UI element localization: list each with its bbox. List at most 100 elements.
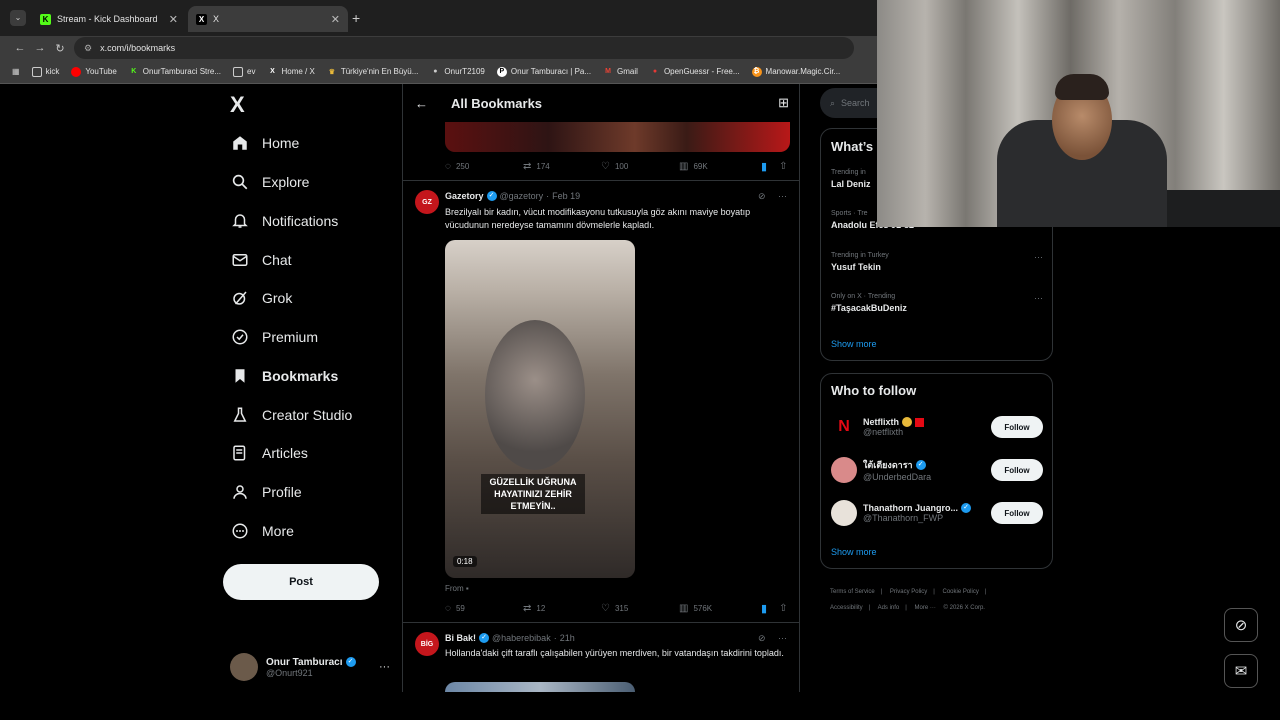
trend-item[interactable]: Only on X · Trending #TaşacakBuDeniz ···	[831, 293, 1043, 313]
footer-link[interactable]: Terms of Service	[830, 589, 875, 595]
avatar[interactable]: GZ	[415, 190, 439, 214]
repost-button[interactable]: ⇄ 12	[523, 603, 601, 614]
footer-links: Terms of Service | Privacy Policy | Cookie…	[830, 589, 987, 611]
back-arrow-icon[interactable]: ←	[10, 42, 30, 54]
nav-explore[interactable]: Explore	[230, 167, 309, 197]
follow-button[interactable]: Follow	[991, 416, 1043, 438]
close-tab-icon[interactable]: ✕	[169, 13, 178, 26]
folder-icon	[31, 66, 42, 77]
footer-link[interactable]: Privacy Policy	[890, 589, 927, 595]
forward-arrow-icon[interactable]: →	[30, 42, 50, 54]
author-name[interactable]: Gazetory	[445, 191, 484, 201]
account-switcher[interactable]: Onur Tamburacı ✓ @Onurt921 ···	[230, 651, 390, 683]
more-dots-icon[interactable]: ···	[778, 633, 787, 643]
share-icon[interactable]: ⇧	[779, 161, 787, 172]
follow-button[interactable]: Follow	[991, 459, 1043, 481]
apps-grid-icon[interactable]: ▦	[12, 67, 20, 76]
views-button[interactable]: ▥ 69K	[679, 161, 761, 172]
tweet-media[interactable]	[445, 682, 635, 692]
bookmark-onur-patreon[interactable]: P Onur Tamburacı | Pa...	[496, 66, 591, 77]
mail-icon: ✉	[1234, 663, 1248, 680]
nav-premium[interactable]: Premium	[230, 322, 318, 352]
tweet-date[interactable]: Feb 19	[552, 191, 580, 201]
author-handle[interactable]: @haberebibak	[492, 633, 551, 643]
bitcoin-icon: ₿	[751, 66, 762, 77]
footer-link[interactable]: Accessibility	[830, 605, 863, 611]
more-dots-icon[interactable]: ···	[778, 191, 787, 201]
bookmark-home-x[interactable]: X Home / X	[267, 67, 315, 77]
tweet-date[interactable]: 21h	[560, 633, 575, 643]
bookmark-openguessr[interactable]: ● OpenGuessr - Free...	[650, 67, 740, 77]
author-name[interactable]: Bi Bak!	[445, 633, 476, 643]
bookmark-ev[interactable]: ev	[233, 66, 255, 77]
share-icon[interactable]: ⇧	[779, 603, 787, 614]
bookmark-manowar[interactable]: ₿ Manowar.Magic.Cir...	[751, 66, 840, 77]
nav-creator-studio[interactable]: Creator Studio	[230, 400, 352, 430]
more-dots-icon[interactable]: ···	[1034, 252, 1043, 262]
nav-profile[interactable]: Profile	[230, 477, 302, 507]
browser-tab-kick[interactable]: K Stream - Kick Dashboard ✕	[32, 6, 186, 32]
x-logo-icon[interactable]: X	[230, 92, 245, 118]
footer-link[interactable]: More ···	[915, 605, 936, 611]
like-button[interactable]: ♡ 100	[601, 161, 679, 172]
like-button[interactable]: ♡ 315	[601, 603, 679, 614]
steam-icon: ●	[433, 68, 438, 75]
messages-fab[interactable]: ✉	[1224, 654, 1258, 688]
bookmark-onurt2109[interactable]: ● OnurT2109	[430, 67, 485, 77]
follow-suggestion[interactable]: ใต้เตียงดารา ✓ @UnderbedDara Follow	[831, 455, 1043, 485]
nav-bookmarks[interactable]: Bookmarks	[230, 361, 338, 391]
author-handle[interactable]: @gazetory	[500, 191, 544, 201]
bookmark-onurtamburaci-stream[interactable]: K OnurTamburaci Stre...	[129, 67, 221, 77]
tweet-media[interactable]	[445, 122, 790, 152]
grok-icon[interactable]: ⊘	[758, 191, 766, 201]
reply-button[interactable]: ◌ 59	[445, 603, 523, 614]
grok-icon[interactable]: ⊘	[758, 633, 766, 643]
site-info-icon[interactable]: ⚙	[84, 43, 92, 54]
browser-tab-x[interactable]: X X ✕	[188, 6, 348, 32]
nav-articles[interactable]: Articles	[230, 438, 308, 468]
bookmark-turkiye[interactable]: ♛ Türkiye'nin En Büyü...	[327, 67, 419, 77]
bookmark-kick[interactable]: kick	[31, 66, 59, 77]
heart-icon: ♡	[601, 602, 610, 614]
show-more-link[interactable]: Show more	[831, 339, 877, 349]
grok-icon: ⊘	[1234, 617, 1248, 634]
views-button[interactable]: ▥ 576K	[679, 603, 761, 614]
reply-button[interactable]: ◌ 250	[445, 161, 523, 172]
video-player[interactable]: GÜZELLİK UĞRUNA HAYATINIZI ZEHİR ETMEYİN…	[445, 240, 635, 578]
nav-notifications[interactable]: Notifications	[230, 206, 338, 236]
follow-suggestion[interactable]: N Netflixth @netflixth Follow	[831, 412, 1043, 442]
show-more-link[interactable]: Show more	[831, 547, 877, 557]
back-arrow-icon[interactable]: ←	[415, 96, 429, 111]
divider	[403, 622, 799, 623]
nav-grok[interactable]: Grok	[230, 283, 292, 313]
repost-button[interactable]: ⇄ 174	[523, 161, 601, 172]
panel-title: What’s	[831, 139, 874, 154]
bookmark-filled-icon[interactable]: ▮	[761, 602, 767, 615]
tweet-header: Bi Bak! ✓ @haberebibak · 21h	[445, 633, 575, 643]
trend-item[interactable]: Trending in Turkey Yusuf Tekin ···	[831, 252, 1043, 272]
bookmark-youtube[interactable]: YouTube	[71, 66, 117, 77]
bookmark-gmail[interactable]: M Gmail	[603, 67, 638, 77]
kick-favicon-icon: K	[40, 13, 51, 25]
more-circle-icon	[230, 521, 250, 541]
new-tab-icon[interactable]: +	[352, 10, 360, 26]
more-dots-icon[interactable]: ···	[379, 661, 390, 673]
footer-link[interactable]: Cookie Policy	[943, 589, 979, 595]
footer-link[interactable]: Ads info	[878, 605, 900, 611]
bookmark-filled-icon[interactable]: ▮	[761, 160, 767, 173]
nav-chat[interactable]: Chat	[230, 245, 292, 275]
avatar[interactable]: BİG	[415, 632, 439, 656]
more-dots-icon[interactable]: ···	[1034, 293, 1043, 303]
reload-icon[interactable]: ↻	[50, 42, 70, 55]
url-input[interactable]: ⚙ x.com/i/bookmarks	[74, 37, 854, 59]
post-button[interactable]: Post	[223, 564, 379, 600]
close-tab-icon[interactable]: ✕	[331, 13, 340, 26]
verified-badge-icon: ✓	[486, 191, 497, 201]
follow-suggestion[interactable]: Thanathorn Juangro... ✓ @Thanathorn_FWP …	[831, 498, 1043, 528]
new-folder-icon[interactable]: ⊞	[778, 95, 789, 111]
grok-fab[interactable]: ⊘	[1224, 608, 1258, 642]
follow-button[interactable]: Follow	[991, 502, 1043, 524]
tab-search-button[interactable]: ⌄	[10, 10, 26, 26]
nav-more[interactable]: More	[230, 516, 294, 546]
nav-home[interactable]: Home	[230, 128, 299, 158]
